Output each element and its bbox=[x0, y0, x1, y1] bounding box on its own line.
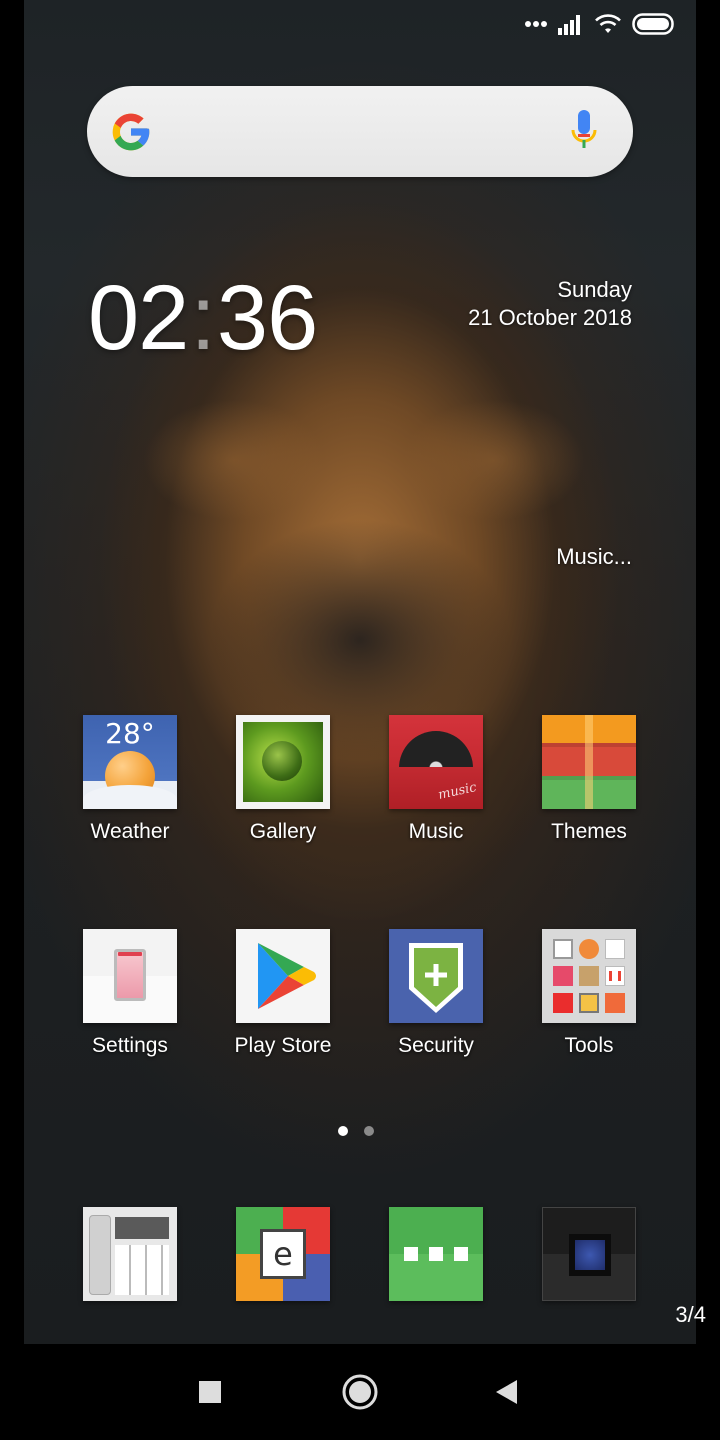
phone-app-icon[interactable] bbox=[83, 1207, 177, 1301]
app-gallery[interactable]: Gallery bbox=[218, 715, 348, 845]
security-app-icon bbox=[389, 929, 483, 1023]
google-g-icon bbox=[112, 113, 150, 151]
shield-icon bbox=[409, 943, 463, 1013]
clock-time[interactable]: 02:36 bbox=[88, 267, 318, 369]
clock-hours: 02 bbox=[88, 267, 189, 369]
app-music[interactable]: music Music bbox=[371, 715, 501, 845]
play-triangle-icon bbox=[258, 943, 316, 1009]
microphone-icon[interactable] bbox=[571, 110, 597, 154]
home-screen: 02:36 Sunday 21 October 2018 Music... 28… bbox=[24, 0, 696, 1344]
app-label: Settings bbox=[92, 1034, 168, 1057]
home-icon[interactable] bbox=[336, 1368, 384, 1416]
app-label: Tools bbox=[564, 1034, 614, 1057]
app-settings[interactable]: Settings bbox=[65, 929, 195, 1059]
app-label: Themes bbox=[551, 820, 627, 843]
tools-folder-icon bbox=[542, 929, 636, 1023]
app-weather[interactable]: 28° Weather bbox=[65, 715, 195, 845]
camera-app-icon[interactable] bbox=[542, 1207, 636, 1301]
music-widget[interactable]: Music... bbox=[556, 543, 632, 571]
app-play-store[interactable]: Play Store bbox=[218, 929, 348, 1059]
weather-temperature: 28° bbox=[105, 717, 155, 750]
page-dot-inactive bbox=[364, 1126, 374, 1136]
themes-app-icon bbox=[542, 715, 636, 809]
navigation-bar bbox=[0, 1344, 720, 1440]
app-tools[interactable]: Tools bbox=[524, 929, 654, 1059]
app-label: Security bbox=[398, 1034, 474, 1057]
status-bar bbox=[524, 10, 676, 38]
back-icon[interactable] bbox=[484, 1368, 532, 1416]
app-security[interactable]: Security bbox=[371, 929, 501, 1059]
app-label: Play Store bbox=[234, 1034, 332, 1057]
clock-minutes: 36 bbox=[216, 267, 318, 369]
weekday-label: Sunday bbox=[557, 277, 632, 302]
settings-app-icon bbox=[83, 929, 177, 1023]
app-label: Music bbox=[408, 820, 464, 843]
messaging-app-icon[interactable] bbox=[389, 1207, 483, 1301]
page-indicator[interactable] bbox=[338, 1126, 374, 1136]
app-themes[interactable]: Themes bbox=[524, 715, 654, 845]
weather-app-icon: 28° bbox=[83, 715, 177, 809]
google-search-bar[interactable] bbox=[87, 86, 633, 177]
music-app-icon: music bbox=[389, 715, 483, 809]
wifi-icon bbox=[595, 14, 621, 33]
date-label: 21 October 2018 bbox=[468, 305, 632, 330]
date-block[interactable]: Sunday 21 October 2018 bbox=[468, 276, 632, 332]
app-label: Gallery bbox=[249, 820, 317, 843]
play-store-app-icon bbox=[236, 929, 330, 1023]
clock-separator: : bbox=[190, 267, 216, 369]
app-label: Weather bbox=[90, 820, 170, 843]
page-counter: 3/4 bbox=[675, 1302, 706, 1327]
signal-icon bbox=[558, 15, 580, 35]
gallery-app-icon bbox=[236, 715, 330, 809]
battery-icon bbox=[632, 13, 674, 35]
page-dot-active bbox=[338, 1126, 348, 1136]
browser-app-icon[interactable]: e bbox=[236, 1207, 330, 1301]
recent-apps-icon[interactable] bbox=[186, 1368, 234, 1416]
more-dots-icon bbox=[525, 21, 547, 27]
